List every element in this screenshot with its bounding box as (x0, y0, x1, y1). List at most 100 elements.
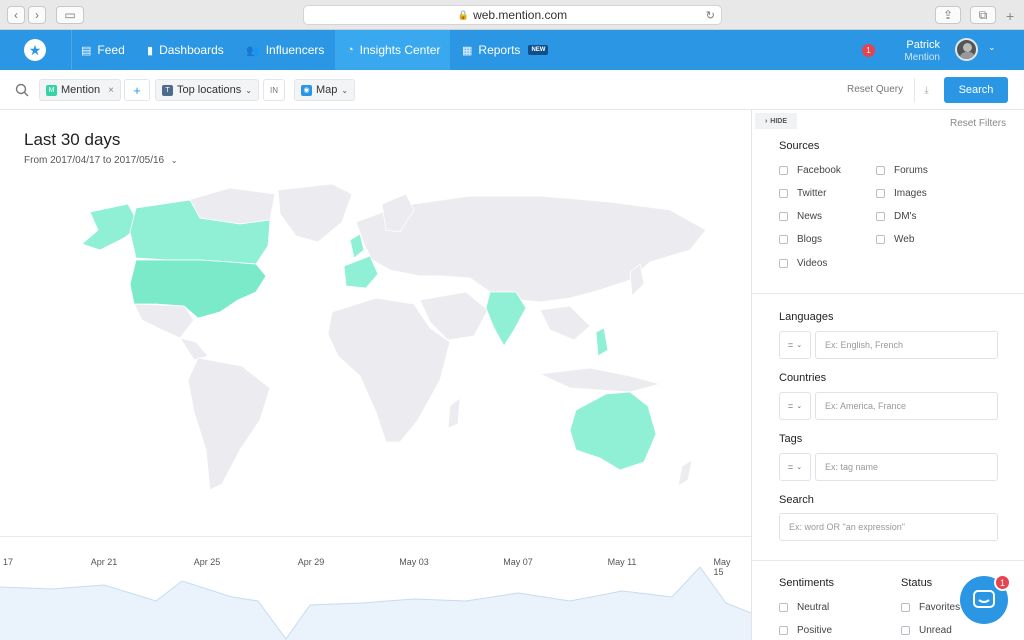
timeline-chart[interactable]: 17 Apr 21 Apr 25 Apr 29 May 03 May 07 Ma… (0, 536, 751, 640)
tags-input[interactable]: Ex: tag name (815, 453, 998, 481)
hide-panel-button[interactable]: › HIDE (755, 113, 797, 129)
checkbox[interactable] (779, 603, 788, 612)
timeline-area (0, 567, 751, 640)
divider (752, 560, 1024, 561)
address-bar[interactable]: 🔒 web.mention.com ↻ (303, 5, 722, 25)
share-icon[interactable]: ⇪ (935, 6, 961, 24)
user-org: Mention (904, 52, 940, 63)
notification-badge[interactable]: 1 (862, 44, 875, 57)
forward-icon[interactable]: › (28, 6, 46, 24)
map-indonesia[interactable] (538, 367, 662, 393)
back-icon[interactable]: ‹ (7, 6, 25, 24)
map-mexico[interactable] (133, 303, 195, 339)
map-central-america[interactable] (179, 337, 209, 361)
status-title: Status (901, 577, 933, 589)
download-icon[interactable]: ⤓ (914, 78, 938, 102)
view-chip[interactable]: ◉ Map ⌄ (294, 79, 356, 101)
search-title: Search (779, 494, 814, 506)
source-forums[interactable]: Forums (876, 165, 928, 176)
map-australia[interactable] (569, 391, 657, 471)
user-name[interactable]: Patrick (880, 39, 940, 51)
main-content: Last 30 days From 2017/04/17 to 2017/05/… (0, 110, 751, 640)
nav-divider (71, 30, 72, 70)
source-images[interactable]: Images (876, 188, 927, 199)
source-web[interactable]: Web (876, 234, 914, 245)
timeline-tick: May 07 (503, 557, 533, 567)
world-map[interactable] (70, 180, 710, 500)
countries-input[interactable]: Ex: America, France (815, 392, 998, 420)
checkbox[interactable] (876, 166, 885, 175)
reset-filters-button[interactable]: Reset Filters (950, 118, 1006, 129)
checkbox[interactable] (779, 235, 788, 244)
chevron-down-icon: ⌄ (796, 342, 803, 349)
timeline-tick: May 11 (607, 557, 637, 567)
map-south-america[interactable] (187, 357, 271, 491)
languages-title: Languages (779, 311, 834, 323)
source-twitter[interactable]: Twitter (779, 188, 826, 199)
map-madagascar[interactable] (447, 397, 461, 429)
status-favorites[interactable]: Favorites (901, 602, 960, 613)
checkbox[interactable] (901, 626, 910, 635)
checkbox[interactable] (876, 189, 885, 198)
checkbox[interactable] (779, 189, 788, 198)
search-button[interactable]: Search (944, 77, 1008, 103)
lock-icon: 🔒 (457, 9, 470, 20)
languages-input[interactable]: Ex: English, French (815, 331, 998, 359)
add-filter-button[interactable]: + (124, 79, 150, 101)
map-china-sea[interactable] (539, 305, 591, 341)
source-news[interactable]: News (779, 211, 822, 222)
checkbox[interactable] (779, 166, 788, 175)
reset-query-button[interactable]: Reset Query (847, 84, 903, 95)
chat-icon (973, 590, 995, 608)
metric-chip[interactable]: T Top locations ⌄ (155, 79, 259, 101)
date-range-selector[interactable]: From 2017/04/17 to 2017/05/16 ⌄ (24, 155, 178, 166)
countries-operator-select[interactable]: = ⌄ (779, 392, 811, 420)
status-label: Unread (919, 625, 952, 636)
chevron-down-icon: ⌄ (245, 85, 252, 95)
source-label: Videos (797, 258, 828, 269)
map-india[interactable] (485, 291, 527, 347)
nav-influencers[interactable]: 👥 Influencers (246, 30, 324, 70)
search-icon[interactable] (15, 83, 29, 97)
reload-icon[interactable]: ↻ (706, 9, 715, 22)
tags-operator-select[interactable]: = ⌄ (779, 453, 811, 481)
map-new-zealand[interactable] (677, 459, 693, 487)
source-dms[interactable]: DM's (876, 211, 916, 222)
page-title: Last 30 days (24, 130, 121, 149)
sidebar-icon[interactable]: ▭ (56, 6, 84, 24)
nav-insights-center[interactable]: ◔ Insights Center (335, 30, 450, 70)
operator-label: = (787, 340, 794, 350)
status-unread[interactable]: Unread (901, 625, 952, 636)
sentiment-label: Neutral (797, 602, 830, 613)
checkbox[interactable] (876, 212, 885, 221)
user-menu-chevron-icon[interactable]: ⌄ (988, 42, 996, 53)
avatar[interactable] (955, 38, 978, 61)
source-videos[interactable]: Videos (779, 258, 827, 269)
checkbox[interactable] (779, 212, 788, 221)
checkbox[interactable] (876, 235, 885, 244)
tabs-icon[interactable]: ⧉ (970, 6, 996, 24)
search-expression-input[interactable]: Ex: word OR "an expression" (779, 513, 998, 541)
sentiment-neutral[interactable]: Neutral (779, 602, 829, 613)
map-greenland[interactable] (277, 183, 353, 243)
query-bar: M Mention × + T Top locations ⌄ IN ◉ Map… (0, 70, 1024, 110)
sentiment-positive[interactable]: Positive (779, 625, 832, 636)
source-blogs[interactable]: Blogs (779, 234, 822, 245)
map-philippines[interactable] (595, 327, 609, 357)
new-tab-icon[interactable]: + (1006, 8, 1014, 24)
checkbox[interactable] (779, 259, 788, 268)
checkbox[interactable] (901, 603, 910, 612)
source-facebook[interactable]: Facebook (779, 165, 841, 176)
close-icon[interactable]: × (108, 85, 114, 96)
alert-chip[interactable]: M Mention × (39, 79, 121, 101)
browser-toolbar: ‹ › ▭ 🔒 web.mention.com ↻ ⇪ ⧉ + (0, 0, 1024, 30)
mention-logo[interactable]: ★ (24, 39, 46, 61)
languages-operator-select[interactable]: = ⌄ (779, 331, 811, 359)
view-chip-label: Map (316, 84, 338, 96)
nav-influencers-label: Influencers (265, 43, 325, 57)
sentiments-title: Sentiments (779, 577, 835, 589)
nav-feed[interactable]: ▤ Feed (81, 30, 125, 70)
nav-reports[interactable]: ▦ Reports NEW (462, 30, 549, 70)
checkbox[interactable] (779, 626, 788, 635)
nav-dashboards[interactable]: ▮ Dashboards (147, 30, 224, 70)
